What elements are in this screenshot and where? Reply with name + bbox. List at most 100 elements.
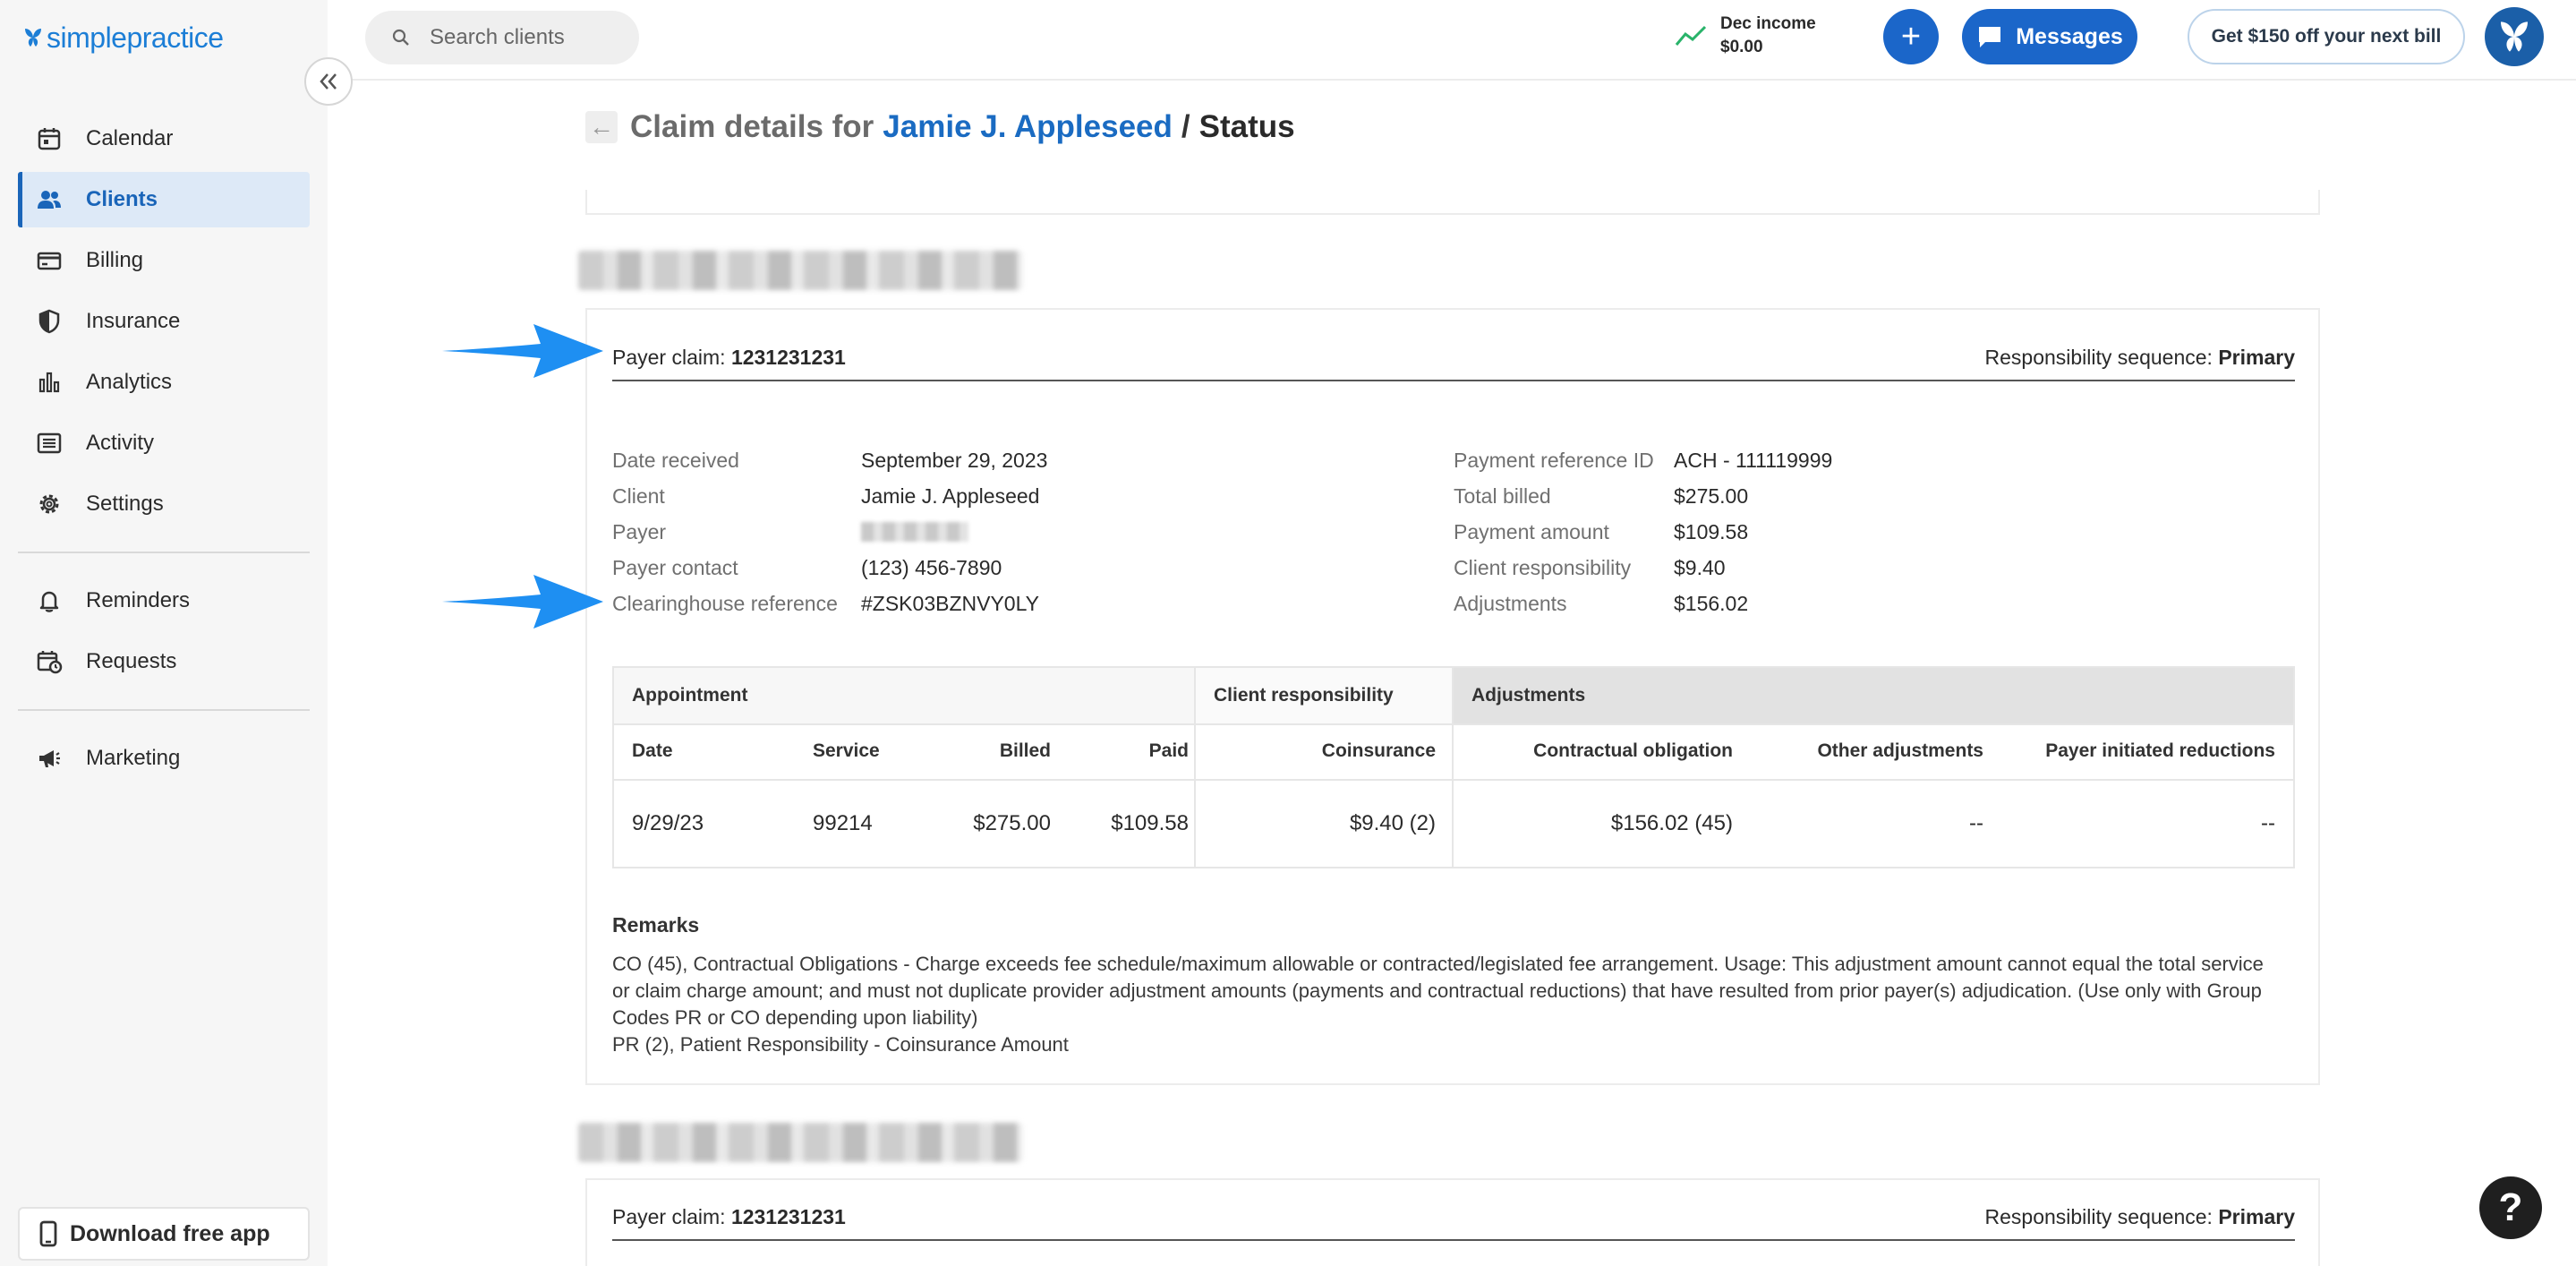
trend-up-icon (1675, 25, 1707, 46)
download-app-button[interactable]: Download free app (18, 1207, 310, 1261)
income-widget[interactable]: Dec income $0.00 (1674, 11, 1816, 61)
double-chevron-left-icon (320, 73, 337, 90)
sidebar-item-insurance[interactable]: Insurance (18, 294, 310, 349)
sidebar-item-billing[interactable]: Billing (18, 233, 310, 288)
claim-card: Payer claim: 1231231231 Responsibility s… (585, 308, 2320, 1085)
redacted-payer-heading (578, 1123, 1022, 1162)
bell-icon (39, 591, 59, 612)
sidebar-item-label: Settings (86, 492, 164, 516)
remarks-text: CO (45), Contractual Obligations - Charg… (612, 951, 2277, 1058)
detail-row: Payment reference ID ACH - 111119999 (1454, 442, 2259, 478)
calendar-clock-icon (37, 651, 63, 674)
sidebar-item-label: Reminders (86, 588, 191, 612)
sidebar-item-label: Calendar (86, 126, 174, 150)
remarks-heading: Remarks (612, 913, 700, 937)
detail-value: $109.58 (1674, 519, 1749, 543)
sidebar-item-marketing[interactable]: Marketing (18, 731, 310, 786)
sidebar-item-label: Marketing (86, 746, 181, 770)
help-button[interactable]: ? (2479, 1176, 2542, 1239)
detail-label: Payer (612, 519, 667, 543)
sidebar-item-settings[interactable]: Settings (18, 476, 310, 532)
messages-button[interactable]: Messages (1962, 9, 2137, 64)
sequence-label: Responsibility sequence: (1984, 345, 2213, 369)
sidebar-item-clients[interactable]: Clients (18, 172, 310, 227)
chat-bubble-icon (1979, 27, 2001, 47)
detail-label: Adjustments (1454, 591, 1567, 615)
cell-contractual-obligation: $156.02 (45) (1610, 811, 1733, 835)
cell-other-adjustments: -- (1969, 811, 1983, 835)
group-header-appointment: Appointment (632, 685, 748, 706)
sidebar-item-label: Insurance (86, 309, 181, 333)
cell-service: 99214 (813, 811, 873, 835)
app-logo[interactable]: simplepractice (23, 18, 224, 57)
title-suffix: Status (1198, 109, 1295, 144)
search-icon (392, 29, 409, 46)
annotation-arrow-icon (442, 324, 603, 378)
sidebar-item-label: Activity (86, 431, 155, 455)
sidebar-item-requests[interactable]: Requests (18, 634, 310, 689)
detail-row: Client responsibility $9.40 (1454, 550, 2259, 586)
remark-line: PR (2), Patient Responsibility - Coinsur… (612, 1033, 1069, 1056)
claim-table: Appointment Client responsibility Adjust… (612, 666, 2295, 868)
detail-label: Payment reference ID (1454, 448, 1654, 472)
add-button[interactable]: + (1883, 9, 1939, 64)
cell-paid: $109.58 (1111, 811, 1189, 835)
credit-card-icon (37, 252, 62, 270)
client-name-link[interactable]: Jamie J. Appleseed (883, 109, 1173, 145)
detail-label: Clearinghouse reference (612, 591, 838, 615)
payer-claim-number: 1231231231 (730, 1204, 846, 1228)
detail-value: #ZSK03BZNVY0LY (861, 591, 1040, 615)
sidebar-item-analytics[interactable]: Analytics (18, 355, 310, 410)
detail-value: Jamie J. Appleseed (861, 483, 1040, 508)
detail-value: $9.40 (1674, 555, 1726, 579)
avatar[interactable] (2485, 7, 2544, 66)
promo-button[interactable]: Get $150 off your next bill (2188, 9, 2465, 64)
sidebar-divider (18, 552, 310, 553)
cell-coinsurance: $9.40 (2) (1349, 811, 1436, 835)
col-header-payer-initiated-reductions: Payer initiated reductions (2045, 740, 2275, 761)
butterfly-logo-icon (25, 29, 41, 47)
sidebar-item-label: Billing (86, 248, 144, 272)
detail-row: Payment amount $109.58 (1454, 514, 2259, 550)
sidebar-item-reminders[interactable]: Reminders (18, 573, 310, 629)
detail-row: Clearinghouse reference #ZSK03BZNVY0LY (612, 586, 1418, 621)
megaphone-icon (39, 750, 60, 767)
detail-row: Payer contact (123) 456-7890 (612, 550, 1418, 586)
claim-header: Payer claim: 1231231231 Responsibility s… (612, 1198, 2295, 1241)
title-separator: / (1181, 109, 1190, 144)
sequence-value: Primary (2218, 345, 2295, 369)
payer-claim-number: 1231231231 (730, 345, 846, 369)
collapse-sidebar-button[interactable] (304, 57, 353, 106)
col-header-paid: Paid (1148, 740, 1189, 761)
sidebar-item-label: Analytics (86, 370, 173, 394)
phone-icon (39, 1220, 57, 1247)
claim-header: Payer claim: 1231231231 Responsibility s… (612, 338, 2295, 381)
detail-label: Total billed (1454, 483, 1551, 508)
col-header-coinsurance: Coinsurance (1321, 740, 1436, 761)
redacted-payer-heading (578, 251, 1022, 290)
list-icon (37, 432, 62, 454)
detail-row: Client Jamie J. Appleseed (612, 478, 1418, 514)
detail-value: ACH - 111119999 (1674, 448, 1833, 472)
sidebar-item-label: Requests (86, 649, 177, 673)
col-header-date: Date (632, 740, 673, 761)
income-value: $0.00 (1720, 38, 1763, 56)
cell-payer-initiated-reductions: -- (2261, 811, 2275, 835)
claim-card: Payer claim: 1231231231 Responsibility s… (585, 1178, 2320, 1266)
redacted-payer-value (861, 522, 968, 542)
sidebar-item-activity[interactable]: Activity (18, 415, 310, 471)
butterfly-avatar-icon (2501, 21, 2528, 52)
detail-row: Date received September 29, 2023 (612, 442, 1418, 478)
detail-value: $156.02 (1674, 591, 1749, 615)
detail-label: Payment amount (1454, 519, 1609, 543)
gear-icon (39, 494, 59, 514)
back-arrow-icon[interactable]: ← (585, 111, 618, 143)
plus-icon: + (1900, 17, 1922, 56)
previous-section-edge (585, 190, 2320, 215)
sidebar-item-calendar[interactable]: Calendar (18, 111, 310, 167)
income-label: Dec income (1720, 14, 1816, 33)
detail-label: Date received (612, 448, 739, 472)
users-icon (38, 191, 61, 209)
col-header-other-adjustments: Other adjustments (1817, 740, 1983, 761)
search-input[interactable]: Search clients (365, 11, 639, 64)
